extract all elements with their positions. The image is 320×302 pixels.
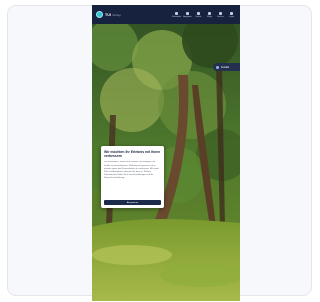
top-navigation-bar: TUI Verlag Reiseziele Angebote Hotels Fl…: [92, 5, 240, 24]
nav-item-label: Login: [229, 15, 234, 18]
brand-name[interactable]: TUI: [105, 13, 111, 17]
nav-item-login[interactable]: Login: [226, 11, 237, 18]
nav-item-label: Service: [217, 15, 224, 18]
nav-item-label: Hotels: [195, 15, 202, 18]
nav-links: Reiseziele Angebote Hotels Flüge Service…: [171, 11, 237, 18]
globe-icon: [175, 11, 178, 15]
nav-item-label: Angebote: [183, 15, 192, 18]
nav-item-reiseziele[interactable]: Reiseziele: [171, 11, 182, 18]
bed-icon: [197, 11, 200, 15]
mobile-preview: TUI Verlag Reiseziele Angebote Hotels Fl…: [92, 5, 240, 301]
user-icon: [230, 11, 233, 15]
dialog-body-text: Wir verwenden Cookies und ähnliche Techn…: [104, 161, 159, 179]
dialog-title: Wir möchten Ihr Erlebnis mit Ihnen verbe…: [104, 150, 161, 159]
help-icon: [219, 11, 222, 15]
nav-item-label: Flüge: [206, 15, 212, 18]
logo-icon[interactable]: [96, 11, 103, 18]
brand-subtitle: Verlag: [112, 12, 121, 17]
tag-icon: [186, 11, 189, 15]
contact-tab-label: Kontakt: [221, 65, 230, 69]
nav-item-label: Reiseziele: [171, 15, 182, 18]
nav-item-angebote[interactable]: Angebote: [182, 11, 193, 18]
chat-icon: [216, 65, 219, 69]
contact-side-tab[interactable]: Kontakt: [213, 63, 240, 71]
nav-item-service[interactable]: Service: [215, 11, 226, 18]
nav-item-fluege[interactable]: Flüge: [204, 11, 215, 18]
nav-item-hotels[interactable]: Hotels: [193, 11, 204, 18]
cookie-consent-dialog: Wir möchten Ihr Erlebnis mit Ihnen verbe…: [101, 146, 164, 208]
plane-icon: [208, 11, 211, 15]
accept-button[interactable]: Akzeptieren: [104, 200, 161, 205]
